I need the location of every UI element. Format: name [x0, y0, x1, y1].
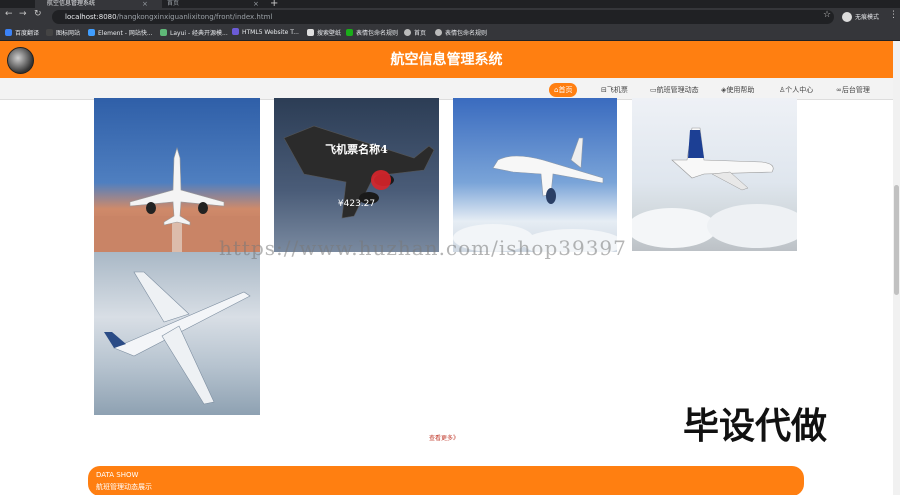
- cursor-highlight: [371, 170, 391, 190]
- product-price: ¥423.27: [337, 199, 376, 209]
- nav-item-admin[interactable]: ∞后台管理: [836, 83, 870, 97]
- main-nav: [0, 78, 893, 100]
- page-title: 航空信息管理系统: [390, 52, 503, 68]
- product-card-image[interactable]: [94, 98, 260, 252]
- airplane-image: [104, 271, 251, 405]
- watermark-text: 毕设代做: [683, 406, 828, 447]
- bookmark-item[interactable]: 百度翻译: [5, 28, 39, 37]
- nav-item-flight-news[interactable]: ▭航班管理动态: [650, 83, 699, 97]
- reload-icon[interactable]: ↻: [34, 9, 42, 19]
- bookmark-item[interactable]: 首页: [404, 28, 426, 37]
- bookmark-item[interactable]: Layui - 经典开源模...: [160, 28, 228, 37]
- bookmark-item[interactable]: 表情包命名规则: [346, 28, 398, 37]
- view-more-link[interactable]: 查看更多》: [429, 433, 459, 442]
- browser-tab[interactable]: 首页: [155, 0, 267, 8]
- bookmark-item[interactable]: HTML5 Website T...: [232, 28, 299, 36]
- page-viewport: 航空信息管理系统 ⌂首页 ⊟飞机票 ▭航班管理动态 ◈使用帮助 ♙个人中心 ∞后…: [0, 41, 893, 495]
- section-title-cn: 航班管理动态展示: [96, 483, 152, 491]
- news-icon: ▭: [650, 86, 657, 94]
- product-card-image[interactable]: [274, 98, 439, 252]
- nav-item-home[interactable]: ⌂首页: [549, 83, 578, 97]
- product-name: 飞机票名称4: [325, 143, 388, 156]
- airplane-image: [283, 125, 435, 219]
- watermark-url: https://www.huzhan.com/ishop39397: [219, 236, 627, 260]
- url-path: /hangkongxinxiguanlixitong/front/index.h…: [116, 13, 273, 21]
- airplane-image: [453, 137, 617, 252]
- product-card-image[interactable]: [632, 98, 797, 251]
- nav-item-help[interactable]: ◈使用帮助: [721, 83, 754, 97]
- section-title-en: DATA SHOW: [96, 471, 139, 479]
- bookmark-item[interactable]: 表情包命名规则: [435, 28, 487, 37]
- url-text[interactable]: localhost:8080/hangkongxinxiguanlixitong…: [65, 11, 272, 23]
- scrollbar-thumb[interactable]: [894, 185, 899, 295]
- bookmark-item[interactable]: 搜索壁纸: [307, 28, 341, 37]
- profile-label: 无痕模式: [855, 14, 880, 21]
- url-host: localhost:8080: [65, 13, 117, 21]
- bookmark-item[interactable]: 图标网站: [46, 28, 80, 37]
- avatar[interactable]: [842, 12, 852, 22]
- nav-item-tickets[interactable]: ⊟飞机票: [601, 83, 628, 97]
- product-card-image[interactable]: [94, 252, 260, 415]
- menu-icon[interactable]: ⋮: [889, 10, 898, 20]
- product-card-image[interactable]: [453, 98, 617, 252]
- forward-icon[interactable]: →: [19, 9, 27, 19]
- bookmark-item[interactable]: Element - 网站快...: [88, 28, 153, 37]
- tab-title: 首页: [167, 0, 180, 7]
- data-show-banner: [88, 466, 804, 495]
- close-icon[interactable]: ×: [253, 0, 259, 8]
- airplane-image: [94, 146, 260, 252]
- nav-item-user-center[interactable]: ♙个人中心: [779, 83, 813, 97]
- airplane-image: [632, 127, 797, 248]
- close-icon[interactable]: ×: [142, 0, 148, 8]
- back-icon[interactable]: ←: [5, 9, 13, 19]
- tab-title: 航空信息管理系统: [47, 0, 96, 7]
- bookmark-star-icon[interactable]: ☆: [823, 10, 831, 20]
